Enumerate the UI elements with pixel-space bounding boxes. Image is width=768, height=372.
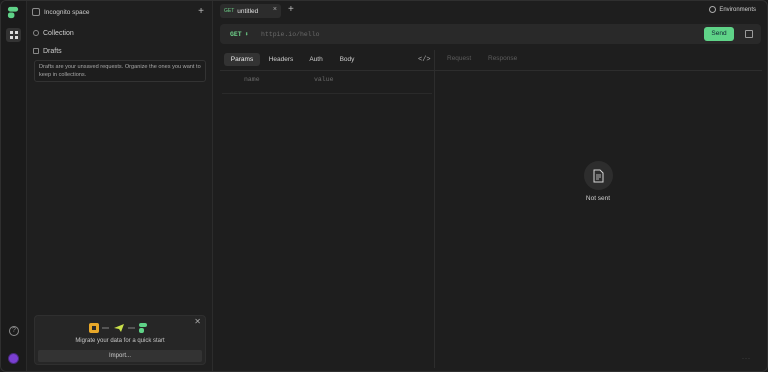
apps-grid-icon [9,31,18,39]
sidebar-item-label: Drafts [43,47,62,55]
chevron-down-icon: ⬍ [244,31,249,38]
divider [220,70,762,71]
logo-icon[interactable] [7,6,20,19]
environments-label: Environments [719,6,756,13]
document-icon [583,161,613,190]
more-icon[interactable]: ··· [742,356,751,362]
add-icon[interactable]: + [198,6,204,18]
close-icon[interactable]: × [273,6,277,13]
httpie-icon [139,323,147,327]
space-selector[interactable]: Incognito space + [31,5,211,19]
params-header: name value [222,76,432,90]
divider [434,50,435,368]
not-sent-label: Not sent [585,195,611,202]
url-input[interactable] [261,28,691,40]
request-subtabs: Params Headers Auth Body [220,50,434,69]
space-label: Incognito space [44,8,90,16]
environments-button[interactable]: Environments [709,6,756,13]
tab-params[interactable]: Params [224,53,260,66]
method-selector[interactable]: GET ⬍ [230,30,249,38]
help-icon[interactable]: ? [9,326,19,336]
paper-plane-icon [114,324,124,332]
send-button[interactable]: Send [704,27,734,41]
url-bar: GET⬍ Send [220,24,761,44]
sidebar-item-drafts[interactable]: Drafts [33,45,62,57]
icon-rail: ? [1,1,27,371]
apps-grid-button[interactable] [6,28,21,42]
empty-response: Not sent [578,161,618,202]
column-name: name [244,76,260,83]
code-icon[interactable]: </> [418,56,431,64]
tab-auth[interactable]: Auth [304,53,328,66]
tab-bar: GET untitled × + Environments [214,1,767,21]
import-button[interactable]: Import... [38,350,202,362]
drafts-icon [33,48,39,54]
sidebar: Incognito space + Collection Drafts Draf… [27,1,213,371]
tab-method: GET [224,8,235,14]
migrate-card: ✕ Migrate your data for a quick start Im… [34,315,206,365]
column-value: value [314,76,334,83]
layout-icon[interactable] [745,30,753,38]
tab-headers[interactable]: Headers [265,53,297,66]
import-sources-icons [89,323,147,333]
tab-body[interactable]: Body [335,53,359,66]
sidebar-item-label: Collection [43,29,74,37]
new-tab-button[interactable]: + [288,4,294,15]
divider [222,93,432,94]
tab-request[interactable]: Request [447,55,471,62]
drafts-hint: Drafts are your unsaved requests. Organi… [34,60,206,82]
tab-response[interactable]: Response [488,55,517,62]
collection-icon [33,30,39,36]
migrate-text: Migrate your data for a quick start [75,338,165,344]
app-window: ? Incognito space + Collection Drafts Dr… [0,0,768,372]
method-label: GET [230,31,242,38]
globe-icon [709,6,717,13]
tab-label: untitled [237,7,259,15]
user-avatar[interactable] [9,354,18,363]
sidebar-item-collection[interactable]: Collection [33,27,74,39]
tab-untitled[interactable]: GET untitled × [220,4,281,18]
close-icon[interactable]: ✕ [194,317,201,326]
space-icon [32,8,40,16]
